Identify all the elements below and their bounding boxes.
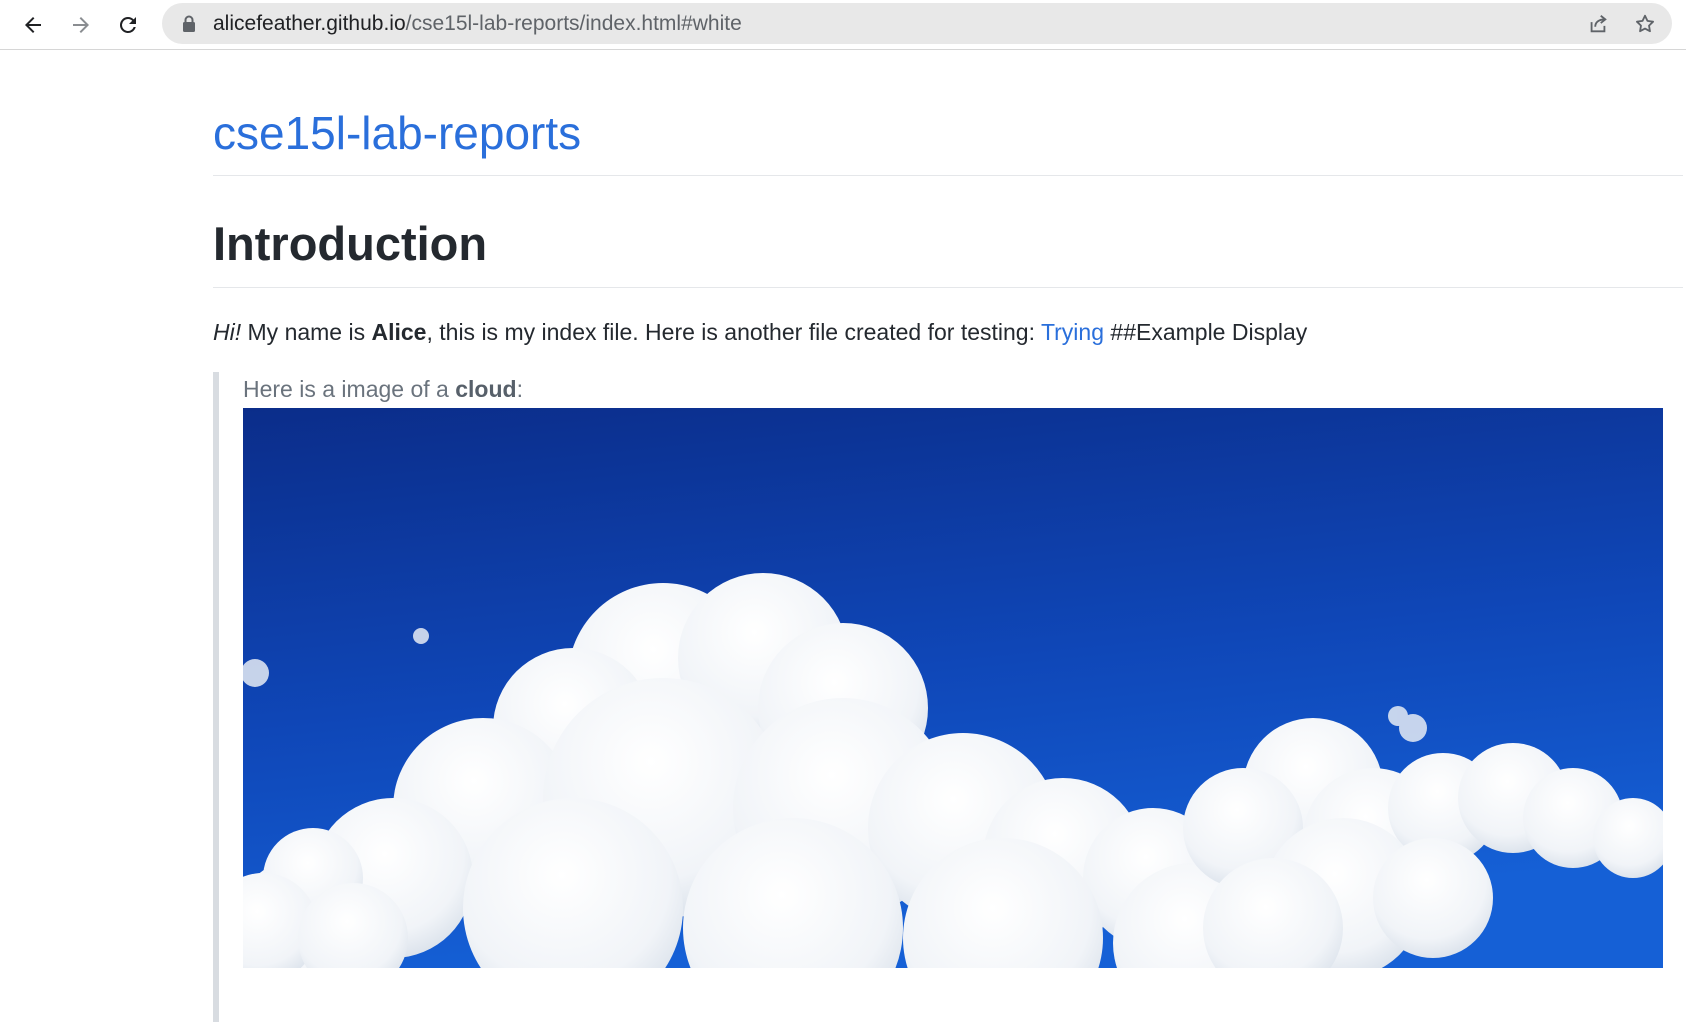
forward-arrow-icon (73, 17, 89, 33)
share-button[interactable] (1585, 11, 1611, 37)
browser-toolbar: alicefeather.github.io/cse15l-lab-report… (0, 0, 1686, 50)
url-host: alicefeather.github.io (213, 12, 406, 35)
intro-paragraph: Hi! My name is Alice, this is my index f… (213, 316, 1307, 348)
intro-text-1: My name is (241, 319, 372, 345)
address-bar[interactable]: alicefeather.github.io/cse15l-lab-report… (162, 3, 1672, 44)
intro-text-2: , this is my index file. Here is another… (426, 319, 1041, 345)
site-title-link[interactable]: cse15l-lab-reports (213, 106, 581, 160)
blockquote: Here is a image of a cloud: (213, 372, 1683, 1022)
heading-divider (213, 287, 1683, 288)
blockquote-text: Here is a image of a cloud: (243, 374, 523, 404)
url-path: /cse15l-lab-reports/index.html#white (405, 12, 742, 35)
bookmark-button[interactable] (1632, 11, 1658, 37)
title-divider (213, 175, 1683, 176)
intro-name: Alice (371, 319, 427, 345)
intro-text-3: ##Example Display (1104, 319, 1308, 345)
blockquote-bar (213, 372, 219, 1022)
star-icon (1636, 14, 1654, 33)
intro-hi: Hi! (213, 319, 242, 345)
cloud-image (243, 408, 1663, 968)
quote-text-1: Here is a image of a (243, 376, 456, 402)
quote-text-2: : (516, 376, 523, 402)
back-arrow-icon (25, 17, 41, 33)
reload-icon (119, 16, 136, 33)
back-button[interactable] (16, 8, 50, 42)
trying-link[interactable]: Trying (1041, 319, 1104, 345)
forward-button[interactable] (64, 8, 98, 42)
share-icon (1590, 15, 1607, 33)
lock-icon (183, 15, 195, 32)
url-text[interactable]: alicefeather.github.io/cse15l-lab-report… (213, 13, 742, 35)
reload-button[interactable] (111, 8, 145, 42)
quote-bold: cloud (455, 376, 517, 402)
page-heading: Introduction (213, 217, 488, 270)
